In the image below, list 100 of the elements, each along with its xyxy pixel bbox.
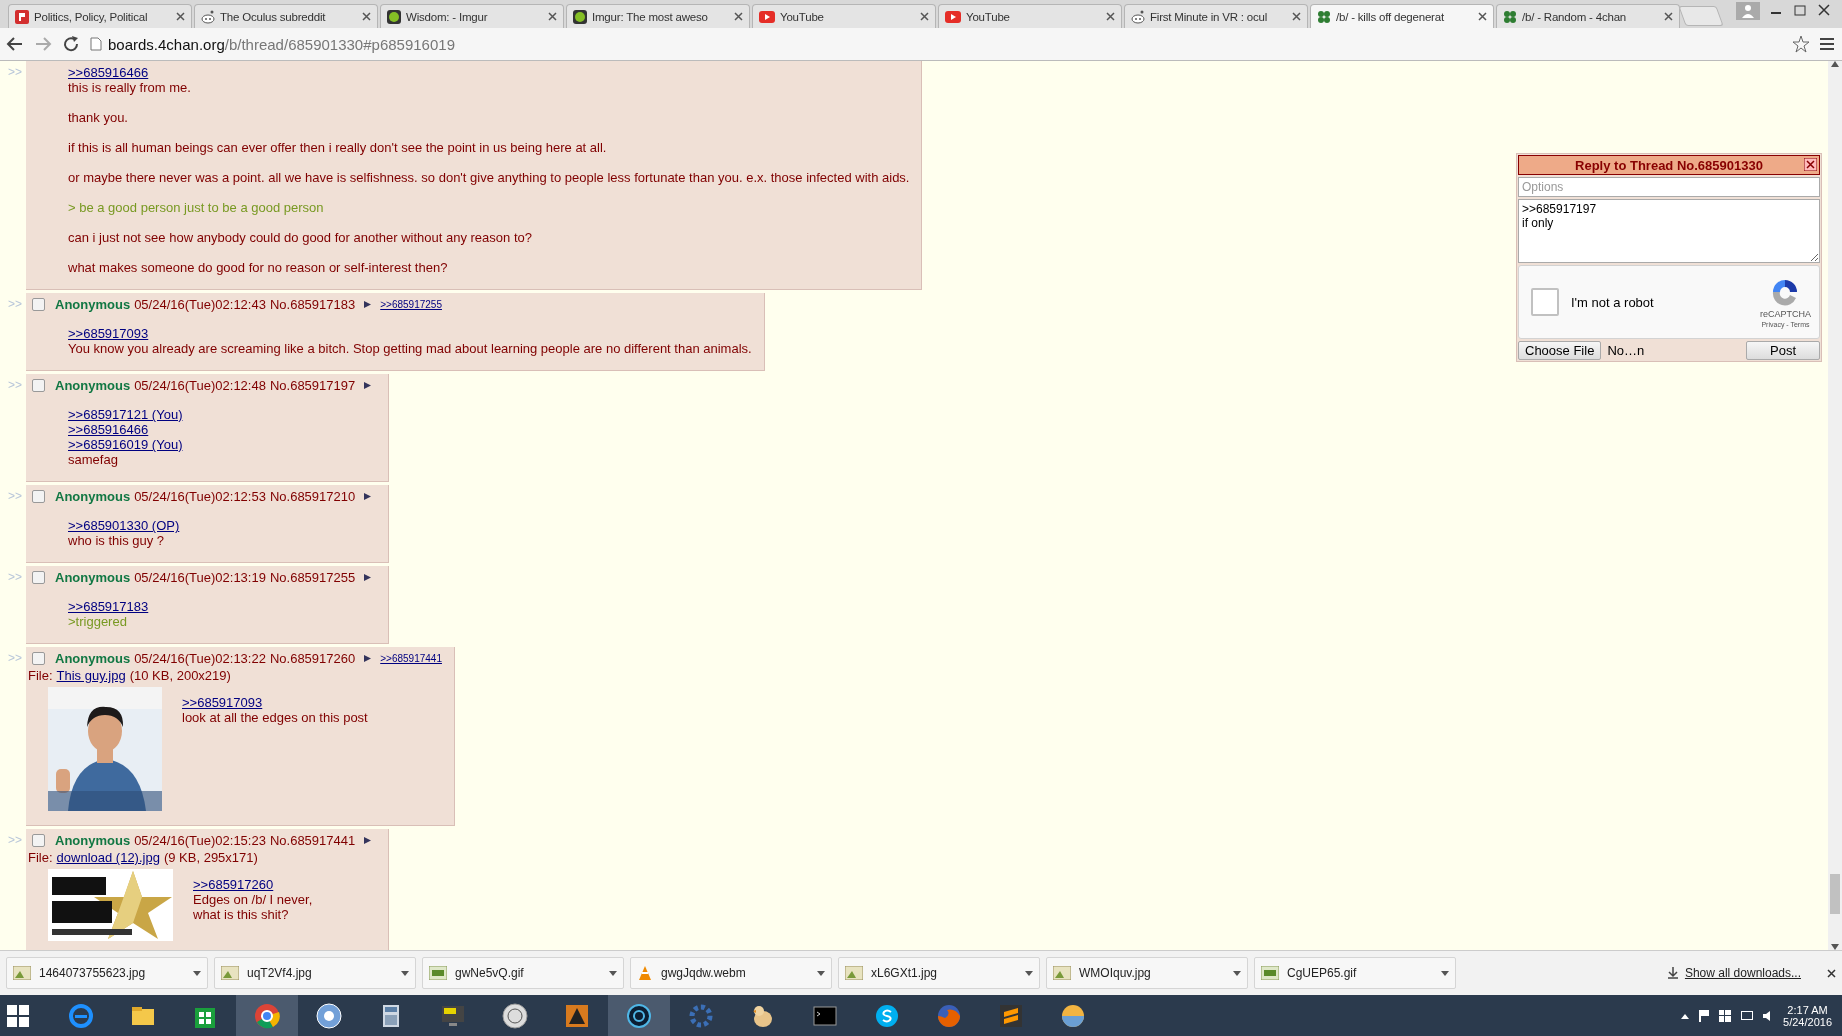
poster-name: Anonymous xyxy=(55,833,131,848)
close-icon[interactable] xyxy=(1664,12,1673,21)
post-number[interactable]: No.685917210 xyxy=(269,489,356,504)
menu-icon[interactable] xyxy=(1820,37,1836,51)
image-file-icon xyxy=(13,966,31,980)
star-icon[interactable] xyxy=(1792,35,1810,53)
post-menu-icon[interactable] xyxy=(363,492,373,501)
quote-link[interactable]: >>685916466 xyxy=(68,422,183,437)
taskbar-button[interactable] xyxy=(608,995,670,1036)
post-menu-icon[interactable] xyxy=(363,573,373,582)
file-label: File: xyxy=(28,668,53,683)
download-item[interactable]: uqT2Vf4.jpg xyxy=(214,957,416,989)
download-item[interactable]: 1464073755623.jpg xyxy=(6,957,208,989)
browser-tab[interactable]: YouTube xyxy=(938,4,1122,28)
file-link[interactable]: This guy.jpg xyxy=(56,668,126,683)
backlink[interactable]: >>685917255 xyxy=(380,299,442,310)
post-menu-icon[interactable] xyxy=(363,836,373,845)
choose-file-button[interactable]: Choose File xyxy=(1518,341,1602,360)
post-checkbox[interactable] xyxy=(32,834,45,847)
file-link[interactable]: download (12).jpg xyxy=(56,850,160,865)
post-checkbox[interactable] xyxy=(32,490,45,503)
close-icon[interactable] xyxy=(920,12,929,21)
post-checkbox[interactable] xyxy=(32,379,45,392)
browser-tab[interactable]: First Minute in VR : ocul xyxy=(1124,4,1308,28)
post-checkbox[interactable] xyxy=(32,571,45,584)
post-menu-icon[interactable] xyxy=(363,654,373,663)
quote-link[interactable]: >>685917093 xyxy=(182,695,368,710)
browser-tab[interactable]: Politics, Policy, Political xyxy=(8,4,192,28)
close-icon[interactable] xyxy=(1816,2,1832,18)
post-menu-icon[interactable] xyxy=(363,381,373,390)
backlink[interactable]: >>685917441 xyxy=(380,653,442,664)
scrollbar[interactable] xyxy=(1828,61,1842,950)
side-arrows: >> xyxy=(8,832,23,847)
caret-icon[interactable] xyxy=(1025,970,1033,976)
post-number[interactable]: No.685917183 xyxy=(269,297,356,312)
image-file-icon xyxy=(1053,966,1071,980)
chevron-up-icon[interactable] xyxy=(1681,1012,1690,1019)
close-icon[interactable] xyxy=(1292,12,1301,21)
download-item[interactable]: CgUEP65.gif xyxy=(1254,957,1456,989)
chrome-icon[interactable] xyxy=(253,1001,281,1030)
close-icon[interactable] xyxy=(176,12,185,21)
post-checkbox[interactable] xyxy=(32,652,45,665)
quote-link[interactable]: >>685917260 xyxy=(193,877,313,892)
quote-link[interactable]: >>685917183 xyxy=(68,599,149,614)
post-menu-icon[interactable] xyxy=(363,300,373,309)
caret-icon[interactable] xyxy=(1441,970,1449,976)
close-icon[interactable] xyxy=(1106,12,1115,21)
windows-start-icon[interactable] xyxy=(6,1003,30,1028)
caret-icon[interactable] xyxy=(1233,970,1241,976)
browser-tab[interactable]: The Oculus subreddit xyxy=(194,4,378,28)
post-number[interactable]: No.685917197 xyxy=(269,378,356,393)
globe-icon[interactable] xyxy=(67,1001,95,1030)
close-icon[interactable] xyxy=(1804,158,1817,171)
caret-icon[interactable] xyxy=(193,970,201,976)
close-icon[interactable] xyxy=(1478,12,1487,21)
caret-icon[interactable] xyxy=(609,970,617,976)
back-icon[interactable] xyxy=(6,36,24,52)
post-number[interactable]: No.685917255 xyxy=(269,570,356,585)
caret-icon[interactable] xyxy=(401,970,409,976)
options-field[interactable]: Options xyxy=(1518,177,1820,197)
side-arrows: >> xyxy=(8,569,23,584)
post-button[interactable]: Post xyxy=(1746,341,1820,360)
scrollbar-thumb[interactable] xyxy=(1830,874,1840,914)
post-number[interactable]: No.685917260 xyxy=(269,651,356,666)
circle-icon[interactable] xyxy=(501,1001,529,1030)
quote-link[interactable]: >>685917093 xyxy=(68,326,752,341)
comment-field[interactable]: >>685917197 if only xyxy=(1518,199,1820,263)
maximize-icon[interactable] xyxy=(1792,2,1808,18)
post-number[interactable]: No.685917441 xyxy=(269,833,356,848)
quote-link[interactable]: >>685916019 (You) xyxy=(68,437,183,452)
browser-tab[interactable]: /b/ - Random - 4chan xyxy=(1496,4,1680,28)
download-item[interactable]: gwNe5vQ.gif xyxy=(422,957,624,989)
browser-tab[interactable]: Imgur: The most aweso xyxy=(566,4,750,28)
quote-link[interactable]: >>685917121 (You) xyxy=(68,407,183,422)
close-icon[interactable] xyxy=(1827,968,1836,978)
flag-icon[interactable] xyxy=(1699,1009,1710,1022)
post-checkbox[interactable] xyxy=(32,298,45,311)
captcha-checkbox[interactable] xyxy=(1531,288,1559,316)
quote-link[interactable]: >>685901330 (OP) xyxy=(68,518,180,533)
side-arrows: >> xyxy=(8,650,23,665)
browser-tab[interactable]: YouTube xyxy=(752,4,936,28)
taskbar-button[interactable] xyxy=(236,995,298,1036)
reload-icon[interactable] xyxy=(62,35,80,53)
browser-tab[interactable]: /b/ - kills off degenerat xyxy=(1310,4,1494,28)
show-all-downloads-link[interactable]: Show all downloads... xyxy=(1666,966,1801,980)
browser-tab[interactable]: Wisdom: - Imgur xyxy=(380,4,564,28)
caret-icon[interactable] xyxy=(817,970,825,976)
alien-icon xyxy=(1131,9,1145,24)
circle-icon[interactable] xyxy=(315,1001,343,1030)
network-icon[interactable] xyxy=(1741,1010,1754,1021)
download-item[interactable]: xL6GXt1.jpg xyxy=(838,957,1040,989)
download-name: CgUEP65.gif xyxy=(1287,966,1358,980)
download-item[interactable]: gwgJqdw.webm xyxy=(630,957,832,989)
windows-icon[interactable] xyxy=(1719,1009,1732,1022)
close-icon[interactable] xyxy=(548,12,557,21)
close-icon[interactable] xyxy=(734,12,743,21)
close-icon[interactable] xyxy=(362,12,371,21)
ring-icon[interactable] xyxy=(625,1001,653,1030)
download-item[interactable]: WMOIquv.jpg xyxy=(1046,957,1248,989)
quote-link[interactable]: >>685916466 xyxy=(68,65,910,80)
